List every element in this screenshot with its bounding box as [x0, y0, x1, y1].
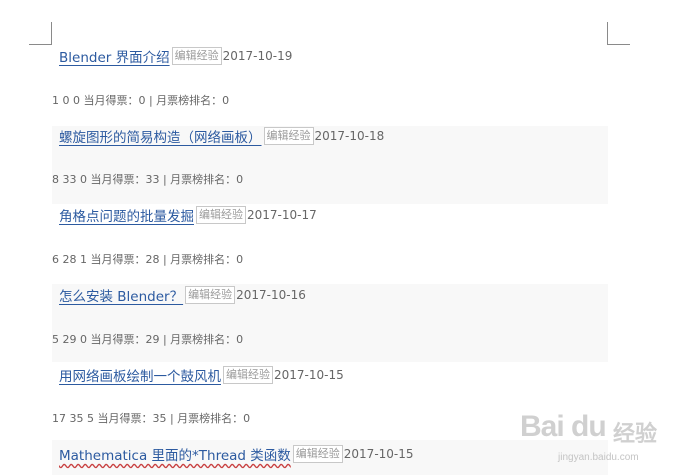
article-date: 2017-10-17 [247, 208, 317, 222]
article-title-line: 角格点问题的批量发掘 编辑经验 2017-10-17 [59, 204, 317, 226]
article-title-link[interactable]: 角格点问题的批量发掘 [59, 205, 194, 225]
article-title-link[interactable]: 怎么安装 Blender？ [59, 285, 183, 305]
article-stats: 8 33 0 当月得票：33 | 月票榜排名：0 [52, 173, 244, 186]
article-date: 2017-10-16 [236, 288, 306, 302]
article-date: 2017-10-19 [222, 49, 293, 63]
article-stats: 1 0 0 当月得票：0 | 月票榜排名：0 [52, 94, 230, 107]
article-title-link[interactable]: Blender 界面介绍 [59, 46, 170, 66]
article-title-link[interactable]: 螺旋图形的简易构造（网络画板） [59, 126, 262, 146]
article-stats: 6 28 1 当月得票：28 | 月票榜排名：0 [52, 253, 244, 266]
article-title-link[interactable]: 用网络画板绘制一个鼓风机 [59, 365, 221, 385]
edit-experience-button[interactable]: 编辑经验 [185, 286, 236, 304]
article-title-link[interactable]: Mathematica 里面的*Thread 类函数 [59, 444, 291, 464]
page-corner-mark-top-left [29, 22, 52, 45]
article-date: 2017-10-15 [274, 368, 344, 382]
article-title-line: Blender 界面介绍 编辑经验 2017-10-19 [59, 45, 292, 67]
edit-experience-button[interactable]: 编辑经验 [292, 445, 343, 463]
article-date: 2017-10-18 [314, 129, 385, 143]
article-stats: 17 35 5 当月得票：35 | 月票榜排名：0 [52, 412, 251, 425]
page-corner-mark-top-right [607, 22, 630, 45]
edit-experience-button[interactable]: 编辑经验 [223, 366, 273, 384]
edit-experience-button[interactable]: 编辑经验 [171, 47, 222, 65]
article-title-line: Mathematica 里面的*Thread 类函数 编辑经验 2017-10-… [59, 443, 414, 465]
edit-experience-button[interactable]: 编辑经验 [263, 127, 314, 145]
article-title-line: 螺旋图形的简易构造（网络画板） 编辑经验 2017-10-18 [59, 125, 384, 147]
watermark-url: jingyan.baidu.com [558, 452, 639, 463]
baidu-logo: Bai du [520, 410, 607, 443]
baidu-jingyan-watermark: Bai du 经验 jingyan.baidu.com [520, 400, 670, 472]
article-title-line: 怎么安装 Blender？ 编辑经验 2017-10-16 [59, 284, 306, 306]
article-date: 2017-10-15 [343, 447, 414, 461]
article-stats: 5 29 0 当月得票：29 | 月票榜排名：0 [52, 333, 244, 346]
watermark-jingyan-text: 经验 [613, 422, 658, 447]
article-title-line: 用网络画板绘制一个鼓风机 编辑经验 2017-10-15 [59, 364, 344, 386]
edit-experience-button[interactable]: 编辑经验 [196, 206, 246, 224]
